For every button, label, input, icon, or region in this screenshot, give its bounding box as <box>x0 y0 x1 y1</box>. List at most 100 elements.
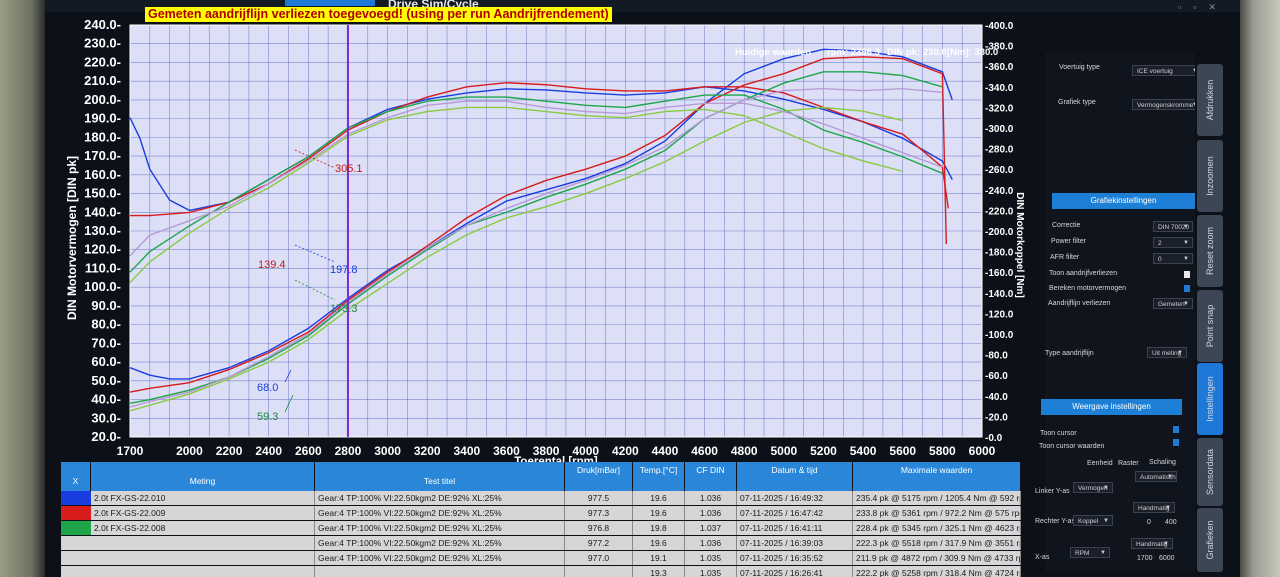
rechter-min[interactable]: 0 <box>1147 519 1151 526</box>
eenheid-label: Eenheid <box>1087 460 1113 467</box>
weergave-instellingen-header[interactable]: Weergave instellingen <box>1041 399 1182 415</box>
readout-label: Huidige waarden <box>735 47 812 58</box>
rechter-scale-select[interactable]: Handmatig ▼ <box>1133 502 1175 513</box>
chevron-down-icon: ▼ <box>1183 240 1189 246</box>
bereken-motorvermogen-checkbox[interactable] <box>1184 285 1190 292</box>
series-color-swatch[interactable] <box>61 491 91 505</box>
col-header-datum[interactable]: Datum & tijd <box>737 462 853 491</box>
series-color-swatch[interactable] <box>61 566 91 577</box>
y2-tick-label: -340.0 <box>985 83 1014 94</box>
rechter-max[interactable]: 400 <box>1165 519 1177 526</box>
col-header-x[interactable]: X <box>61 462 91 491</box>
cell-datum: 07-11-2025 / 16:35:52 <box>737 551 853 565</box>
col-header-test-titel[interactable]: Test titel <box>315 462 565 491</box>
tab-point-snap[interactable]: Point snap <box>1197 290 1223 362</box>
cell-datum: 07-11-2025 / 16:47:42 <box>737 506 853 520</box>
cell-titel <box>315 566 565 577</box>
y2-tick-label: -160.0 <box>985 268 1014 279</box>
tab-grafieken[interactable]: Grafieken <box>1197 508 1223 572</box>
toon-cursor-checkbox[interactable] <box>1173 426 1179 433</box>
tab-afdrukken[interactable]: Afdrukken <box>1197 64 1223 136</box>
toon-cursor-waarden-checkbox[interactable] <box>1173 439 1179 446</box>
header-label: X <box>72 476 79 486</box>
linker-yas-select[interactable]: Vermogen ▼ <box>1073 482 1113 493</box>
tab-label: Instellingen <box>1205 376 1215 422</box>
correctie-select[interactable]: DIN 70020 ▼ <box>1153 221 1193 232</box>
tab-inzoomen[interactable]: Inzoomen <box>1197 140 1223 212</box>
xas-scale-select[interactable]: Handmatig ▼ <box>1131 538 1173 549</box>
voertuig-type-value: ICE voertuig <box>1137 68 1173 75</box>
linker-yas-label: Linker Y-as <box>1035 488 1070 495</box>
tab-instellingen[interactable]: Instellingen <box>1197 363 1223 435</box>
cell-titel: Gear:4 TP:100% VI:22.50kgm2 DE:92% XL:25… <box>315 491 565 505</box>
cell-cf: 1.037 <box>685 521 737 535</box>
rechter-yas-select[interactable]: Koppel ▼ <box>1073 515 1113 526</box>
toon-aandrijfverliezen-checkbox[interactable] <box>1184 271 1190 278</box>
x-tick-label: 1700 <box>117 444 144 458</box>
series-color-swatch[interactable] <box>61 536 91 550</box>
y-tick-label: 200.0- <box>84 92 121 107</box>
readout-din: DIN pk: 230.0 <box>887 47 947 58</box>
y-tick-label: 210.0- <box>84 73 121 88</box>
cell-meting: 2.0t FX-GS-22.010 <box>91 491 315 505</box>
series-color-swatch[interactable] <box>61 506 91 520</box>
cell-cf: 1.035 <box>685 551 737 565</box>
readout-rpm: rpm: 2396.3 <box>827 47 880 58</box>
table-row[interactable]: Gear:4 TP:100% VI:22.50kgm2 DE:92% XL:25… <box>61 536 1021 551</box>
cell-max: 228.4 pk @ 5345 rpm / 325.1 Nm @ 4623 rp <box>853 521 1021 535</box>
cell-druk: 977.3 <box>565 506 633 520</box>
y-tick-label: 40.0- <box>91 392 121 407</box>
y-tick-label: 110.0- <box>85 260 121 275</box>
tab-reset-zoom[interactable]: Reset zoom <box>1197 215 1223 287</box>
col-header-druk[interactable]: Druk[mBar] <box>565 462 633 491</box>
voertuig-type-label: Voertuig type <box>1059 64 1100 71</box>
series-color-swatch[interactable] <box>61 551 91 565</box>
xas-min[interactable]: 1700 <box>1137 555 1153 562</box>
header-label: Temp.[°C] <box>639 465 678 475</box>
series-color-swatch[interactable] <box>61 521 91 535</box>
tab-label: Inzoomen <box>1205 156 1215 196</box>
toon-aandrijfverliezen-label: Toon aandrijfverliezen <box>1049 270 1118 277</box>
bereken-motorvermogen-label: Bereken motorvermogen <box>1049 285 1127 292</box>
table-row[interactable]: 2.0t FX-GS-22.010 Gear:4 TP:100% VI:22.50… <box>61 491 1021 506</box>
col-header-meting[interactable]: Meting <box>91 462 315 491</box>
col-header-cf-din[interactable]: CF DIN <box>685 462 737 491</box>
y-tick-label: 140.0- <box>84 204 121 219</box>
chevron-down-icon: ▼ <box>1183 224 1189 230</box>
header-label: Test titel <box>423 476 456 486</box>
aandrijflijn-verliezen-select[interactable]: Gemeten ▼ <box>1153 298 1193 309</box>
voertuig-type-select[interactable]: ICE voertuig▼ <box>1132 65 1202 76</box>
xas-value: RPM <box>1075 550 1090 557</box>
x-tick-label: 4800 <box>731 444 758 458</box>
table-row[interactable]: Gear:4 TP:100% VI:22.50kgm2 DE:92% XL:25… <box>61 551 1021 566</box>
col-header-maximale[interactable]: Maximale waarden <box>853 462 1021 491</box>
xas-max[interactable]: 6000 <box>1159 555 1175 562</box>
table-row[interactable]: 19.3 1.035 07-11-2025 / 16:26:41 222.2 pk @… <box>61 566 1021 577</box>
power-torque-chart[interactable]: 240.0- 230.0- 220.0- 210.0- 200.0- 190.0- 180.… <box>45 0 1045 470</box>
annotation-label: 59.3 <box>257 411 278 423</box>
afr-filter-select[interactable]: 0 ▼ <box>1153 253 1193 264</box>
y2-tick-label: -400.0 <box>985 21 1014 32</box>
col-header-temp[interactable]: Temp.[°C] <box>633 462 685 491</box>
chevron-down-icon: ▼ <box>1163 541 1169 547</box>
grafiek-type-value: Vermogenskromme <box>1137 102 1194 109</box>
settings-panel: Voertuig type ICE voertuig▼ Grafiek type… <box>1035 52 1202 572</box>
grafiekinstellingen-header[interactable]: Grafiekinstellingen <box>1052 193 1195 209</box>
cell-datum: 07-11-2025 / 16:39:03 <box>737 536 853 550</box>
tab-sensordata[interactable]: Sensordata <box>1197 438 1223 506</box>
cell-meting <box>91 536 315 550</box>
y2-tick-label: -300.0 <box>985 124 1014 135</box>
power-filter-select[interactable]: 2 ▼ <box>1153 237 1193 248</box>
raster-label: Raster <box>1118 460 1139 467</box>
y2-tick-label: -100.0 <box>985 330 1014 341</box>
type-aandrijflijn-select[interactable]: Uit meting ▼ <box>1147 347 1187 358</box>
linker-scale-select[interactable]: Automatisch ▼ <box>1135 471 1177 482</box>
cell-cf: 1.036 <box>685 536 737 550</box>
xas-select[interactable]: RPM ▼ <box>1070 547 1110 558</box>
y2-tick-label: -360.0 <box>985 62 1014 73</box>
table-row[interactable]: 2.0t FX-GS-22.009 Gear:4 TP:100% VI:22.50… <box>61 506 1021 521</box>
y-tick-label: 190.0- <box>84 111 121 126</box>
window-controls[interactable]: ▫▫✕ <box>1178 2 1228 13</box>
table-row[interactable]: 2.0t FX-GS-22.008 Gear:4 TP:100% VI:22.50… <box>61 521 1021 536</box>
grafiek-type-select[interactable]: Vermogenskromme▼ <box>1132 99 1202 110</box>
